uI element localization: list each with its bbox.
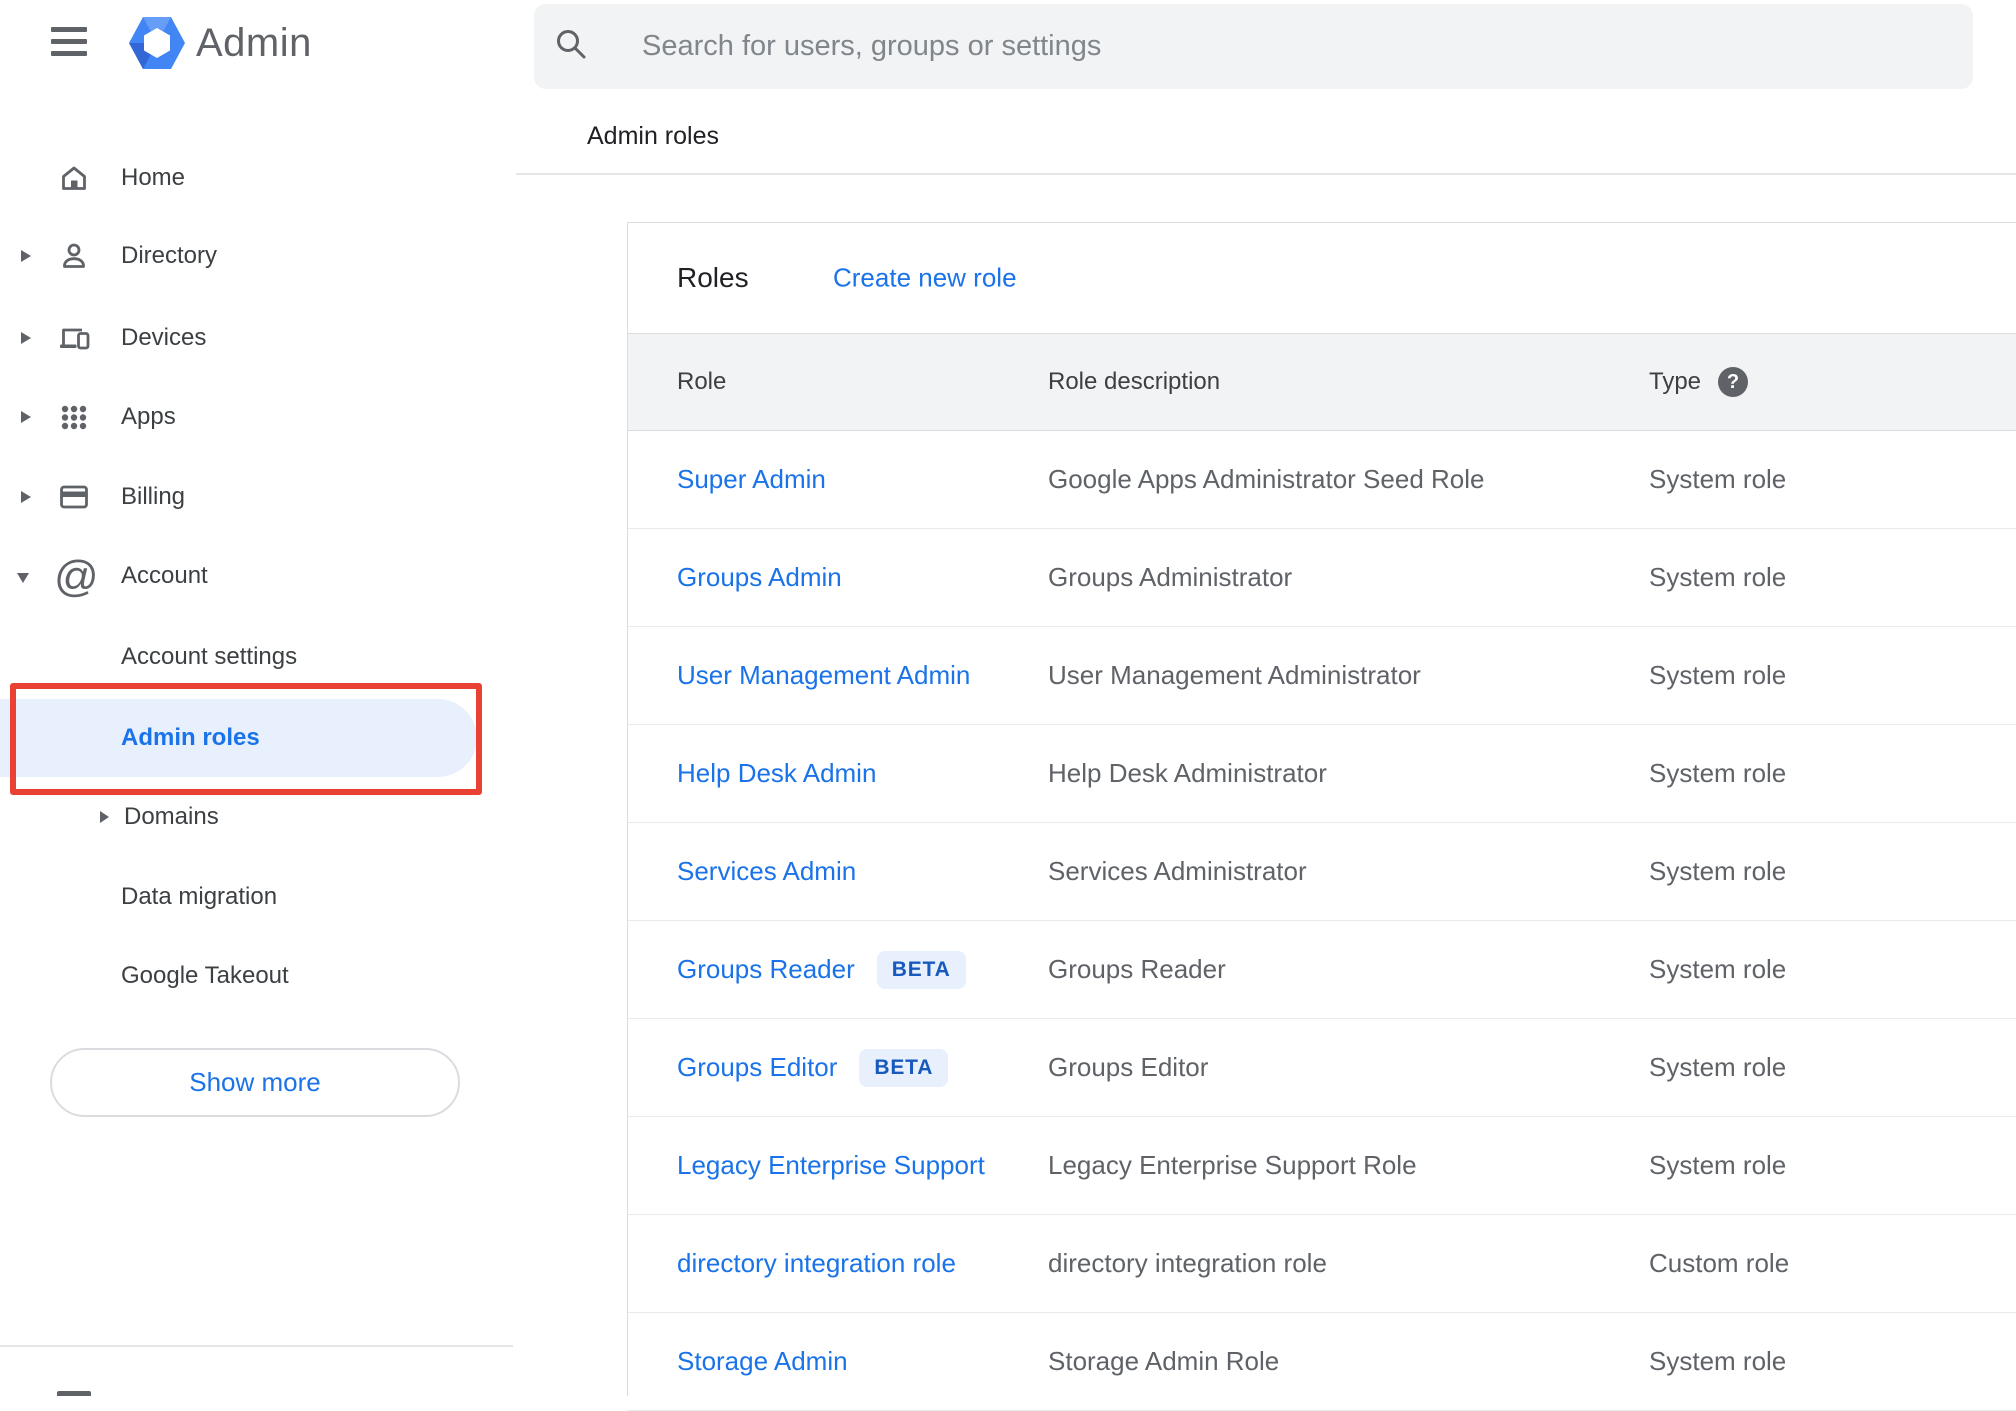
sidebar-item-label: Devices bbox=[121, 324, 207, 351]
role-type: System role bbox=[1649, 856, 1787, 886]
role-description: Groups Administrator bbox=[1048, 562, 1293, 592]
sidebar-item-account[interactable]: @ Account bbox=[0, 536, 516, 616]
table-row: Super Admin Google Apps Administrator Se… bbox=[628, 431, 2016, 529]
sidebar-item-google-takeout[interactable]: Google Takeout bbox=[0, 936, 516, 1016]
table-row: Help Desk Admin Help Desk Administrator … bbox=[628, 725, 2016, 823]
role-link[interactable]: Groups Admin bbox=[677, 562, 842, 592]
sidebar-item-data-migration[interactable]: Data migration bbox=[0, 857, 516, 937]
role-link[interactable]: Groups Editor bbox=[677, 1052, 837, 1083]
roles-table-header: Role Role description Type ? bbox=[628, 333, 2016, 431]
sidebar-item-billing[interactable]: Billing bbox=[0, 457, 516, 537]
role-type: Custom role bbox=[1649, 1248, 1790, 1278]
role-type: System role bbox=[1649, 660, 1787, 690]
sidebar-item-label: Domains bbox=[124, 803, 219, 830]
sidebar-bottom-divider bbox=[0, 1345, 513, 1347]
role-link[interactable]: User Management Admin bbox=[677, 660, 970, 690]
expand-chevron-icon[interactable] bbox=[21, 250, 31, 262]
sidebar-item-label: Account settings bbox=[121, 643, 298, 670]
column-header-role: Role bbox=[677, 368, 727, 395]
search-input[interactable] bbox=[642, 10, 1942, 82]
role-link[interactable]: Groups Reader bbox=[677, 954, 855, 985]
sidebar-item-label: Admin roles bbox=[121, 724, 260, 751]
role-description: Services Administrator bbox=[1048, 856, 1307, 886]
beta-badge: BETA bbox=[876, 950, 966, 989]
admin-logo-icon bbox=[129, 17, 185, 69]
table-row: Groups Admin Groups Administrator System… bbox=[628, 529, 2016, 627]
column-header-description: Role description bbox=[1048, 368, 1221, 395]
admin-console-page: { "brand": { "app_name": "Admin" }, "sea… bbox=[0, 0, 2016, 1411]
column-header-type: Type bbox=[1649, 368, 1702, 395]
at-sign-icon: @ bbox=[54, 552, 99, 601]
role-link[interactable]: Help Desk Admin bbox=[677, 758, 876, 788]
sidebar-item-domains[interactable]: Domains bbox=[0, 777, 516, 857]
role-type: System role bbox=[1649, 954, 1787, 984]
sidebar-item-label: Account bbox=[121, 562, 208, 589]
table-row: User Management Admin User Management Ad… bbox=[628, 627, 2016, 725]
expand-chevron-icon[interactable] bbox=[100, 811, 109, 823]
role-description: Help Desk Administrator bbox=[1048, 758, 1327, 788]
roles-card-header: Roles Create new role bbox=[628, 223, 2016, 333]
role-description: Storage Admin Role bbox=[1048, 1346, 1280, 1376]
role-link[interactable]: Legacy Enterprise Support bbox=[677, 1150, 985, 1180]
role-description: directory integration role bbox=[1048, 1248, 1327, 1278]
table-row: Groups Editor BETA Groups Editor System … bbox=[628, 1019, 2016, 1117]
role-link[interactable]: Services Admin bbox=[677, 856, 856, 886]
role-type: System role bbox=[1649, 562, 1787, 592]
devices-icon bbox=[60, 328, 90, 350]
role-type: System role bbox=[1649, 1346, 1787, 1376]
person-icon bbox=[63, 243, 85, 268]
sidebar-item-home[interactable]: Home bbox=[0, 138, 516, 218]
expand-chevron-icon[interactable] bbox=[21, 491, 31, 503]
content-top-divider bbox=[516, 173, 2016, 175]
search-icon bbox=[557, 30, 586, 59]
sidebar: Admin Home Directory Devices Apps Billin… bbox=[0, 0, 516, 1396]
breadcrumb: Admin roles bbox=[587, 122, 719, 150]
credit-card-icon bbox=[60, 485, 88, 509]
help-icon[interactable]: ? bbox=[1718, 367, 1749, 397]
home-icon bbox=[62, 166, 86, 190]
role-description: Groups Reader bbox=[1048, 954, 1226, 984]
role-description: Groups Editor bbox=[1048, 1052, 1209, 1082]
sidebar-item-label: Data migration bbox=[121, 883, 278, 910]
sidebar-item-directory[interactable]: Directory bbox=[0, 216, 516, 296]
role-description: Legacy Enterprise Support Role bbox=[1048, 1150, 1417, 1180]
role-type: System role bbox=[1649, 464, 1787, 494]
roles-title: Roles bbox=[677, 262, 749, 293]
role-type: System role bbox=[1649, 1150, 1787, 1180]
table-row: directory integration role directory int… bbox=[628, 1215, 2016, 1313]
sidebar-item-label: Google Takeout bbox=[121, 962, 289, 989]
role-description: Google Apps Administrator Seed Role bbox=[1048, 464, 1485, 494]
role-type: System role bbox=[1649, 758, 1787, 788]
role-type: System role bbox=[1649, 1052, 1787, 1082]
role-link[interactable]: Super Admin bbox=[677, 464, 826, 494]
create-new-role-link[interactable]: Create new role bbox=[833, 263, 1017, 294]
table-row: Groups Reader BETA Groups Reader System … bbox=[628, 921, 2016, 1019]
table-row: Services Admin Services Administrator Sy… bbox=[628, 823, 2016, 921]
show-more-button[interactable]: Show more bbox=[50, 1048, 460, 1117]
beta-badge: BETA bbox=[859, 1048, 949, 1087]
hamburger-menu-icon[interactable] bbox=[51, 27, 87, 58]
role-description: User Management Administrator bbox=[1048, 660, 1421, 690]
sidebar-item-label: Billing bbox=[121, 483, 186, 510]
table-row: Legacy Enterprise Support Legacy Enterpr… bbox=[628, 1117, 2016, 1215]
sidebar-item-account-settings[interactable]: Account settings bbox=[0, 617, 516, 697]
roles-card: Roles Create new role Role Role descript… bbox=[627, 222, 2016, 1411]
sidebar-item-label: Apps bbox=[121, 403, 176, 430]
collapse-chevron-icon[interactable] bbox=[17, 573, 29, 583]
expand-chevron-icon[interactable] bbox=[21, 411, 31, 423]
expand-chevron-icon[interactable] bbox=[21, 332, 31, 344]
sidebar-item-devices[interactable]: Devices bbox=[0, 298, 516, 378]
sidebar-item-admin-roles-selected[interactable]: Admin roles bbox=[0, 699, 477, 777]
clipped-bottom-icon bbox=[57, 1391, 91, 1396]
apps-grid-icon bbox=[61, 405, 87, 430]
role-link[interactable]: directory integration role bbox=[677, 1248, 956, 1278]
table-row: Storage Admin Storage Admin Role System … bbox=[628, 1313, 2016, 1411]
role-link[interactable]: Storage Admin bbox=[677, 1346, 848, 1376]
sidebar-item-apps[interactable]: Apps bbox=[0, 377, 516, 457]
sidebar-item-label: Home bbox=[121, 164, 186, 191]
sidebar-item-label: Directory bbox=[121, 242, 218, 269]
brand-name: Admin bbox=[196, 21, 312, 65]
